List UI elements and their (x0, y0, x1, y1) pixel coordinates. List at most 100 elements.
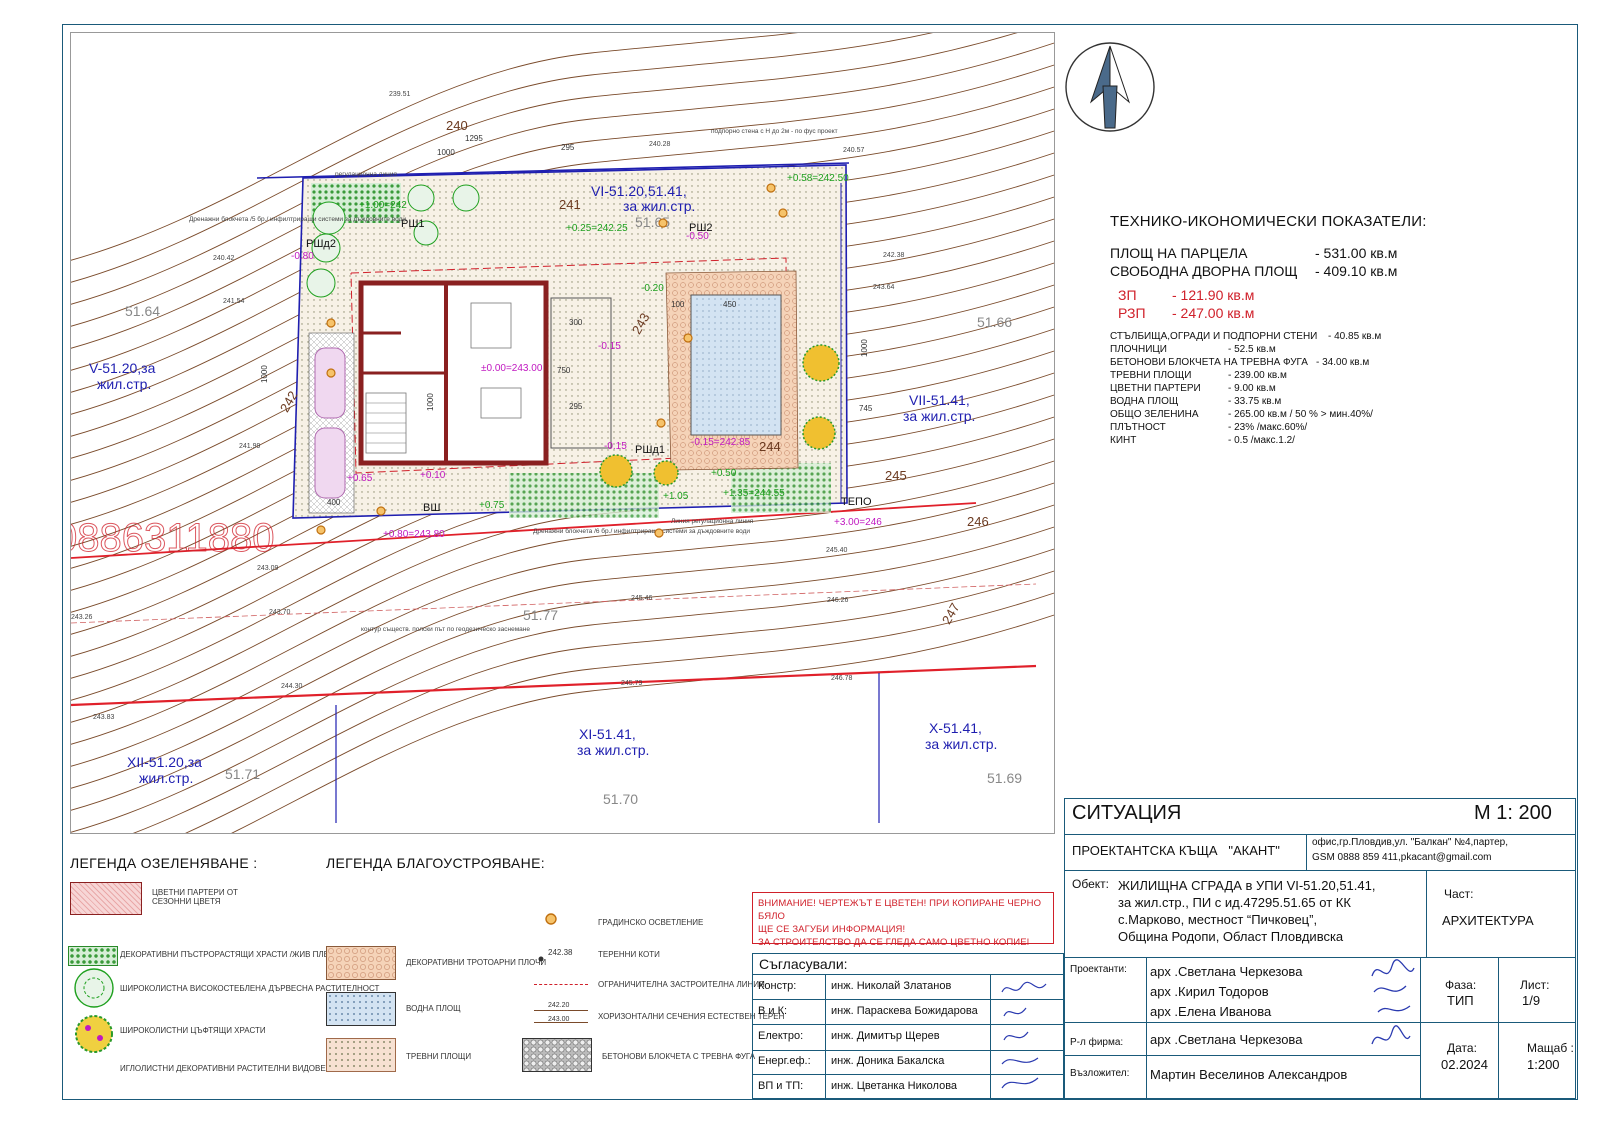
designers-label: Проектанти: (1070, 964, 1127, 975)
plot-number-v: 51.64 (125, 303, 160, 319)
firm-address: офис,гр.Пловдив,ул. "Балкан" №4,партер, (1312, 837, 1508, 848)
garden-light-icon (656, 418, 666, 428)
legend-swatch-limit-line (534, 984, 588, 985)
contour-line (71, 548, 1054, 833)
indicator-area-row: ЗП - 121.90 кв.м (1118, 286, 1540, 304)
level-3: +0.25=242.25 (566, 223, 628, 234)
plot-label-xi: XI-51.41, (579, 726, 636, 742)
contour-label-246: 246 (967, 514, 989, 529)
elevation-label: 245.40 (826, 547, 848, 554)
warning-line-3: ЗА СТРОИТЕЛСТВО ДА СЕ ГЛЕДА САМО ЦВЕТНО … (758, 937, 1030, 948)
dimension-label: 1000 (860, 339, 869, 357)
indicator-detail-row: ТРЕВНИ ПЛОЩИ - 239.00 кв.м (1110, 369, 1540, 382)
object-line-4: Община Родопи, Област Пловдивска (1118, 929, 1344, 944)
level-8: -0.15=242.85 (691, 437, 751, 448)
plot-use-xii: жил.стр. (139, 770, 193, 786)
plot-number-xii: 51.71 (225, 766, 260, 782)
level-zero: ±0.00=243.00 (481, 363, 543, 374)
garden-light-icon (316, 525, 326, 535)
road-regulation-line-2 (71, 664, 1037, 707)
indicator-detail-label: ОБЩО ЗЕЛЕНИНА (1110, 409, 1199, 420)
dimension-label: 745 (859, 404, 873, 413)
plot-label-vii: VII-51.41, (909, 392, 970, 408)
indicator-detail-value: - 23% /макс.60%/ (1228, 422, 1308, 433)
level-tepo: +3.00=246 (834, 517, 882, 528)
approvals-title: Съгласували: (759, 956, 848, 972)
level-10: +1.35=244.55 (723, 488, 785, 499)
hedge-area (509, 473, 659, 518)
legend-swatch-flowerbed (70, 882, 142, 915)
label-tepo: ТЕПО (841, 496, 872, 508)
date-value: 02.2024 (1441, 1057, 1488, 1072)
level-12: +0.75 (479, 500, 505, 511)
phase-value: ТИП (1447, 993, 1474, 1008)
contour-line (185, 592, 1054, 833)
note-drainage-1: Дренажни блокчета /5 бр./ инфилтриращи с… (189, 215, 406, 223)
warning-line-2: ЩЕ СЕ ЗАГУБИ ИНФОРМАЦИЯ! (758, 924, 906, 935)
indicator-main-row: СВОБОДНА ДВОРНА ПЛОЩ - 409.10 кв.м (1110, 262, 1540, 280)
label-rshd2: РШд2 (306, 238, 336, 250)
indicator-detail-label: КИНТ (1110, 435, 1137, 446)
contour-label-247: 247 (939, 600, 963, 626)
warning-box: ВНИМАНИЕ! ЧЕРТЕЖЪТ Е ЦВЕТЕН! ПРИ КОПИРАН… (752, 892, 1054, 948)
indicator-area-value: - 247.00 кв.м (1172, 305, 1255, 321)
plot-use-xi: за жил.стр. (577, 742, 649, 758)
legend-contour-value-2: 243.00 (548, 1016, 570, 1023)
terrain-point-icon (538, 956, 544, 962)
object-line-2: за жил.стр., ПИ с ид.47295.51.65 от КК (1118, 895, 1351, 910)
indicator-area-label: ЗП (1118, 287, 1137, 303)
legend-swatch-paving (326, 946, 396, 980)
level-5: -0.80 (291, 251, 314, 262)
contour-label-245: 245 (885, 468, 907, 483)
legend-swatch-concrete (522, 1038, 592, 1072)
indicator-area-label: РЗП (1118, 305, 1146, 321)
object-label: Обект: (1072, 877, 1109, 891)
indicator-detail-row: ВОДНА ПЛОЩ - 33.75 кв.м (1110, 395, 1540, 408)
indicator-area-value: - 121.90 кв.м (1172, 287, 1255, 303)
plot-label-v: V-51.20,за (89, 360, 156, 376)
approvals-signatures (1001, 981, 1047, 1089)
dimension-label: 1000 (426, 393, 435, 411)
legend-landscape-title: ЛЕГЕНДА БЛАГОУСТРОЯВАНЕ: (326, 855, 545, 871)
firm-head-signature (1371, 1025, 1411, 1045)
level-entrance: +0.80=243.80 (383, 529, 445, 540)
road-number: 51.77 (523, 607, 558, 623)
garden-light-icon (376, 506, 386, 516)
part-label: Част: (1444, 887, 1474, 901)
plot-use-v: жил.стр. (97, 376, 151, 392)
indicator-detail-value: - 265.00 кв.м / 50 % > мин.40%/ (1228, 409, 1373, 420)
note-field-road: контур съществ. полски път по геодезичес… (361, 626, 530, 633)
approval-name: инж. Параскева Божидарова (831, 1005, 978, 1017)
indicator-detail-row: ПЛЪТНОСТ - 23% /макс.60%/ (1110, 421, 1540, 434)
dimension-label: 1000 (437, 148, 455, 157)
level-1: +1.00=242 (359, 200, 407, 211)
indicator-detail-value: - 40.85 кв.м (1328, 331, 1382, 342)
elevation-label: 241.99 (239, 443, 261, 450)
plot-use-vii: за жил.стр. (903, 408, 975, 424)
plot-label-xii: XII-51.20,за (127, 754, 202, 770)
level-9: +0.50 (711, 468, 737, 479)
car-icon (314, 427, 346, 499)
firm-head: арх .Светлана Черкезова (1150, 1032, 1303, 1047)
sheet-value: 1/9 (1522, 993, 1541, 1008)
legend-swatch-hedge (68, 946, 118, 966)
contour-label-241: 241 (559, 197, 581, 212)
client-label: Възложител: (1070, 1068, 1130, 1079)
note-building-limit: Линия регулационна линия (671, 518, 754, 525)
firm-head-label: Р-л фирма: (1070, 1037, 1124, 1048)
north-arrow-icon (1065, 42, 1155, 132)
indicator-detail-value: - 0.5 /макс.1.2/ (1228, 435, 1295, 446)
note-regulation: регулационна линия (335, 171, 397, 178)
legend-swatch-contour (534, 1010, 588, 1011)
elevation-label: 241.54 (223, 298, 245, 305)
legend-contour-value-1: 242.20 (548, 1002, 570, 1009)
elevation-label: 239.51 (389, 91, 411, 98)
legend-item-hedge: ДЕКОРАТИВНИ ПЪСТРОРАСТЯЩИ ХРАСТИ /ЖИВ ПЛ… (120, 950, 337, 959)
garden-light-icon (683, 333, 693, 343)
indicator-detail-label: ПЛОЧНИЦИ (1110, 344, 1167, 355)
firm-contact: GSM 0888 859 411,pkacant@gmail.com (1312, 852, 1492, 863)
garden-light-icon (545, 913, 557, 925)
phase-label: Фаза: (1445, 978, 1477, 992)
garden-light-icon (654, 528, 664, 538)
indicator-detail-value: - 239.00 кв.м (1228, 370, 1287, 381)
